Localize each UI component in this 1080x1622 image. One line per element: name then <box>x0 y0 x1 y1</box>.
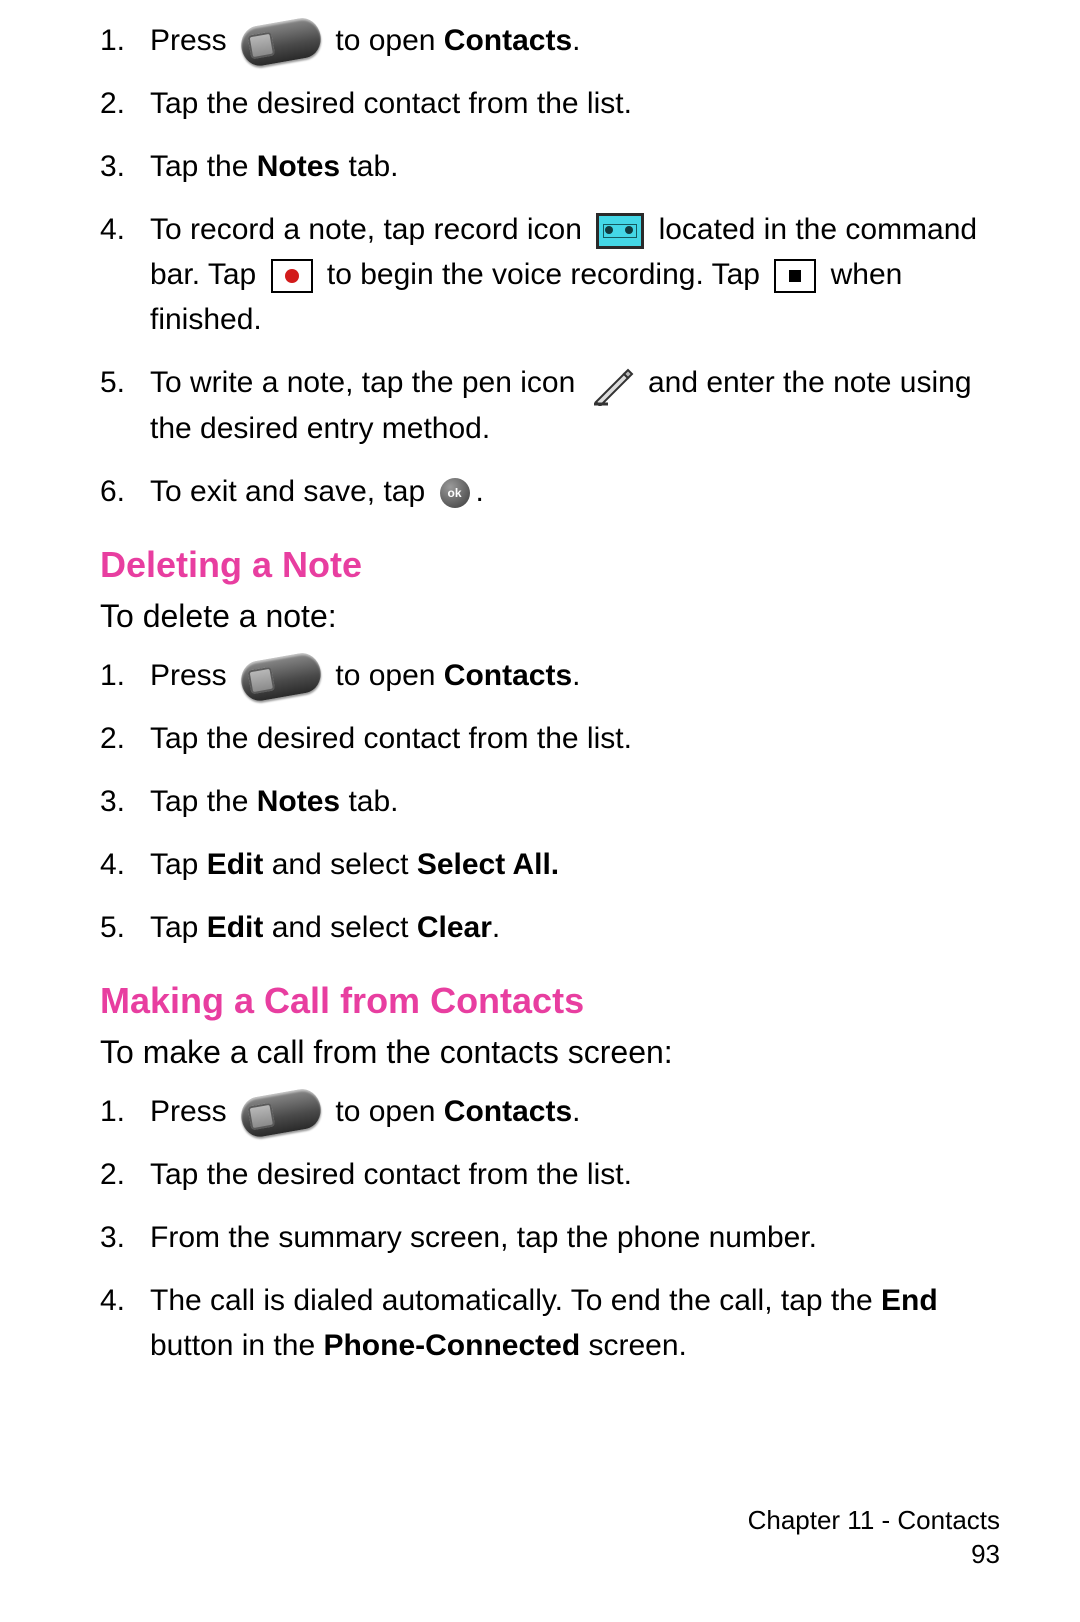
list-number: 1. <box>100 1089 150 1134</box>
intro-text: To delete a note: <box>100 598 1000 635</box>
list-body: Press to open Contacts. <box>150 1089 1000 1134</box>
list-body: Press to open Contacts. <box>150 18 1000 63</box>
deleting-note-list: 1. Press to open Contacts. 2. Tap the de… <box>100 653 1000 950</box>
list-item: 5. To write a note, tap the pen icon and… <box>100 360 1000 451</box>
intro-text: To make a call from the contacts screen: <box>100 1034 1000 1071</box>
contacts-button-icon <box>238 15 324 68</box>
list-item: 3. Tap the Notes tab. <box>100 779 1000 824</box>
list-item: 2. Tap the desired contact from the list… <box>100 716 1000 761</box>
list-number: 6. <box>100 469 150 514</box>
contacts-button-icon <box>238 1087 324 1140</box>
list-item: 4. To record a note, tap record icon loc… <box>100 207 1000 342</box>
list-item: 1. Press to open Contacts. <box>100 18 1000 63</box>
list-body: Tap Edit and select Select All. <box>150 842 1000 887</box>
list-number: 3. <box>100 779 150 824</box>
list-body: Tap the desired contact from the list. <box>150 716 1000 761</box>
list-number: 1. <box>100 18 150 63</box>
record-stop-icon <box>774 259 816 293</box>
contacts-button-icon <box>238 651 324 704</box>
footer-page-number: 93 <box>748 1538 1000 1572</box>
list-body: Tap Edit and select Clear. <box>150 905 1000 950</box>
heading-making-call: Making a Call from Contacts <box>100 980 1000 1022</box>
list-body: To record a note, tap record icon locate… <box>150 207 1000 342</box>
list-body: The call is dialed automatically. To end… <box>150 1278 1000 1368</box>
list-item: 3. From the summary screen, tap the phon… <box>100 1215 1000 1260</box>
list-number: 3. <box>100 1215 150 1260</box>
list-number: 4. <box>100 207 150 252</box>
list-item: 1. Press to open Contacts. <box>100 1089 1000 1134</box>
list-item: 4. The call is dialed automatically. To … <box>100 1278 1000 1368</box>
ok-button-icon: ok <box>440 478 470 508</box>
list-number: 2. <box>100 716 150 761</box>
document-page: 1. Press to open Contacts. 2. Tap the de… <box>0 0 1080 1622</box>
list-number: 4. <box>100 1278 150 1323</box>
list-number: 3. <box>100 144 150 189</box>
list-item: 6. To exit and save, tap ok. <box>100 469 1000 514</box>
pen-icon <box>590 362 634 406</box>
list-number: 2. <box>100 1152 150 1197</box>
list-item: 2. Tap the desired contact from the list… <box>100 1152 1000 1197</box>
record-start-icon <box>271 259 313 293</box>
list-body: Tap the Notes tab. <box>150 779 1000 824</box>
list-body: Tap the desired contact from the list. <box>150 1152 1000 1197</box>
list-item: 2. Tap the desired contact from the list… <box>100 81 1000 126</box>
footer-chapter: Chapter 11 - Contacts <box>748 1504 1000 1538</box>
list-body: From the summary screen, tap the phone n… <box>150 1215 1000 1260</box>
page-footer: Chapter 11 - Contacts 93 <box>748 1504 1000 1572</box>
list-item: 1. Press to open Contacts. <box>100 653 1000 698</box>
record-cassette-icon <box>596 213 644 249</box>
making-call-list: 1. Press to open Contacts. 2. Tap the de… <box>100 1089 1000 1368</box>
recording-note-list: 1. Press to open Contacts. 2. Tap the de… <box>100 18 1000 514</box>
list-number: 1. <box>100 653 150 698</box>
list-body: Tap the desired contact from the list. <box>150 81 1000 126</box>
list-body: To write a note, tap the pen icon and en… <box>150 360 1000 451</box>
list-item: 3. Tap the Notes tab. <box>100 144 1000 189</box>
list-body: Tap the Notes tab. <box>150 144 1000 189</box>
heading-deleting-note: Deleting a Note <box>100 544 1000 586</box>
list-body: To exit and save, tap ok. <box>150 469 1000 514</box>
list-number: 4. <box>100 842 150 887</box>
list-body: Press to open Contacts. <box>150 653 1000 698</box>
list-item: 5. Tap Edit and select Clear. <box>100 905 1000 950</box>
list-number: 5. <box>100 360 150 405</box>
list-number: 2. <box>100 81 150 126</box>
list-number: 5. <box>100 905 150 950</box>
list-item: 4. Tap Edit and select Select All. <box>100 842 1000 887</box>
